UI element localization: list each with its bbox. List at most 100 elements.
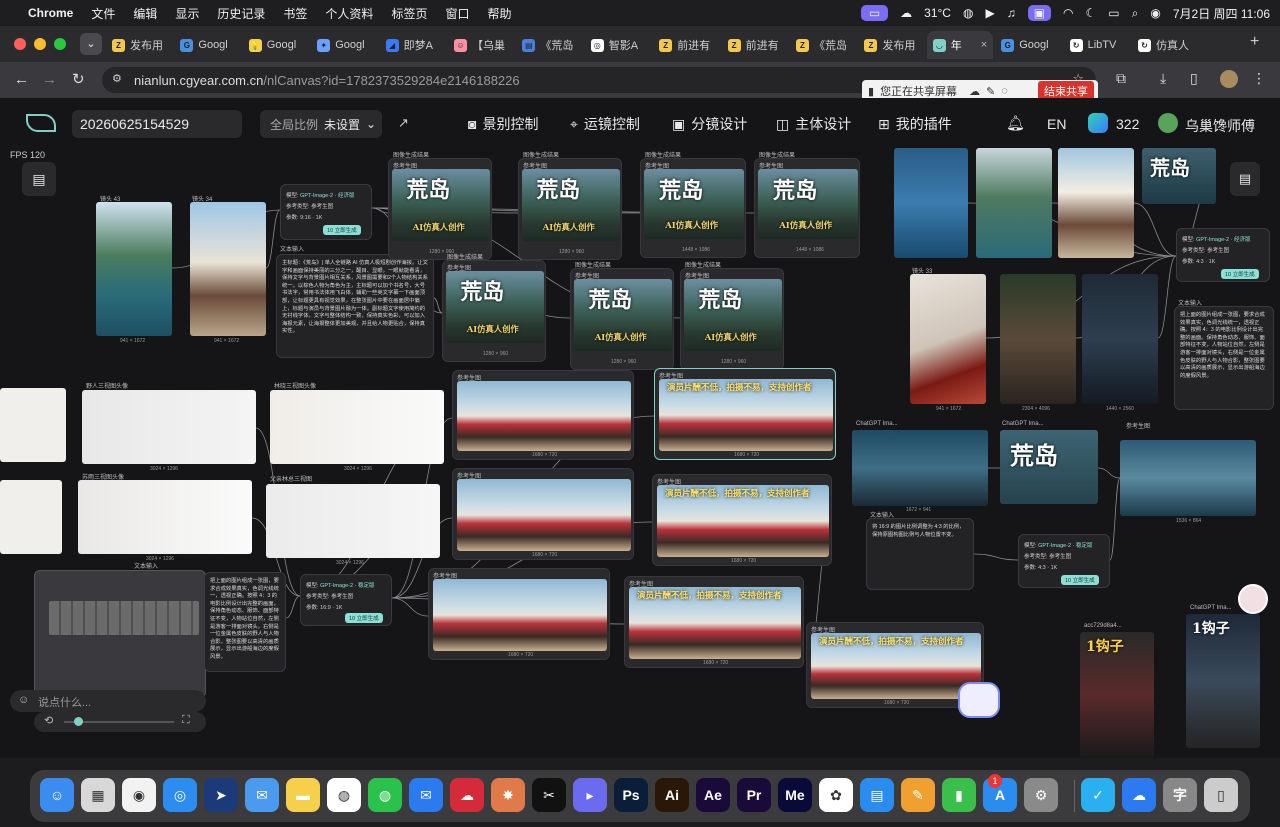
type-value[interactable]: 参考生图 — [1207, 248, 1229, 254]
minimap[interactable] — [34, 570, 206, 698]
group-photo-node[interactable]: 参考生图 1680 × 720 — [452, 370, 634, 460]
poster-image[interactable]: 荒岛 AI仿真人创作 — [446, 271, 544, 343]
dock-app-ps[interactable]: Ps — [614, 778, 648, 812]
dock-app-filmora[interactable]: ✿ — [819, 778, 853, 812]
project-id-field[interactable]: 20260625154529 — [72, 110, 242, 138]
generation-config-node-2[interactable]: 模型: GPT-Image-2 · 稳定版 参考类型: 参考生图 参数: 16:… — [300, 574, 392, 626]
browser-tab[interactable]: Z 前进有 — [653, 31, 719, 59]
param-value[interactable]: 4:3 · 1K — [1196, 259, 1215, 265]
eye-off-icon[interactable]: ◌ — [1001, 85, 1008, 97]
menu-bookmarks[interactable]: 书签 — [283, 5, 307, 22]
menu-profile[interactable]: 个人资料 — [325, 5, 373, 22]
cloud-icon[interactable]: ☁ — [969, 85, 980, 98]
dock-app-capcut[interactable]: ✂ — [532, 778, 566, 812]
text-input-node-2[interactable]: 把上面的图片组成一张图，要求合成效果真实，色调光线统一，透视正确。按照 4：3 … — [204, 572, 286, 672]
menu-tab[interactable]: 标签页 — [391, 5, 427, 22]
right-poster-mid[interactable]: 荒岛 — [1000, 430, 1098, 504]
menubar-clock[interactable]: 7月2日 周四 11:06 — [1173, 5, 1270, 22]
dock-app-todo[interactable]: ✓ — [1081, 778, 1115, 812]
share-export-icon[interactable]: ↗ — [398, 115, 409, 131]
new-tab-button[interactable]: + — [1250, 33, 1259, 51]
wifi-icon[interactable]: ◠ — [1063, 6, 1073, 20]
url-text[interactable]: nianlun.cgyear.com.cn/nlCanvas?id=178237… — [134, 73, 520, 88]
poster-node[interactable]: 图像生成结果 参考生图 荒岛 AI仿真人创作 1280 × 960 — [388, 153, 492, 260]
model-value[interactable]: GPT-Image-2 · 经济版 — [300, 193, 354, 199]
text-input-content-4[interactable]: 将 16:9 的图片比例调整为 4:3 的比例，保持原图构图比例与人物位置不变。 — [872, 524, 964, 538]
text-input-content-3[interactable]: 把上面的图片组成一张图，要求合成效果真实，色调光线统一，透视正确。按照 4：3 … — [1180, 312, 1265, 379]
poster-node[interactable]: 图像生成结果 参考生图 荒岛 AI仿真人创作 1280 × 960 — [680, 263, 784, 370]
nav-subject[interactable]: ◫ 主体设计 — [776, 112, 851, 136]
char-sheet-wildman[interactable] — [82, 390, 256, 464]
right-image-yacht[interactable] — [894, 148, 968, 258]
browser-tab[interactable]: ▤ 《荒岛 — [516, 31, 582, 59]
dock-app-ae[interactable]: Ae — [696, 778, 730, 812]
char-sheet-linxiao[interactable] — [270, 390, 444, 464]
menu-history[interactable]: 历史记录 — [217, 5, 265, 22]
browser-tab[interactable]: Z 《荒岛 — [790, 31, 856, 59]
sidepanel-icon[interactable]: ▯ — [1190, 70, 1198, 87]
search-icon[interactable]: ⌕ — [1132, 6, 1139, 21]
zoom-slider[interactable]: ⟲ ⛶ — [34, 712, 206, 732]
dock-app-字[interactable]: 字 — [1163, 778, 1197, 812]
group-photo-image[interactable]: 演员片酬不低，拍摄不易，支持创作者 — [629, 587, 801, 659]
hook-poster-left[interactable]: 1钩子 — [1080, 632, 1154, 758]
poster-node[interactable]: 图像生成结果 参考生图 荒岛 AI仿真人创作 1448 × 1086 — [640, 153, 746, 258]
browser-tab[interactable]: ↻ LibTV — [1064, 31, 1130, 59]
right-image-boss[interactable] — [1082, 274, 1158, 404]
fit-view-icon[interactable]: ⟲ — [44, 714, 53, 727]
param-value[interactable]: 16:9 · 1K — [320, 605, 342, 611]
browser-tab[interactable]: ☺ 【乌巢 — [448, 31, 514, 59]
expand-icon[interactable]: ⛶ — [182, 714, 190, 727]
generate-button[interactable]: 10 立即生成 — [1221, 269, 1259, 279]
dock-app-safari[interactable]: ◎ — [163, 778, 197, 812]
right-image-island[interactable] — [976, 148, 1052, 258]
right-image-group[interactable] — [1058, 148, 1134, 258]
dock-app-chrome[interactable]: ◉ — [122, 778, 156, 812]
char-partial-left-1[interactable] — [0, 388, 66, 462]
char-partial-left-2[interactable] — [0, 480, 62, 554]
group-photo-image[interactable]: 演员片酬不低，拍摄不易，支持创作者 — [811, 633, 981, 699]
browser-tab[interactable]: Z 发布用 — [106, 31, 172, 59]
browser-tab[interactable]: G Googl — [995, 31, 1061, 59]
browser-tab[interactable]: ◢ 即梦A — [380, 31, 446, 59]
generation-config-node[interactable]: 模型: GPT-Image-2 · 经济版 参考类型: 参考生图 参数: 9:1… — [280, 184, 372, 240]
dock-app-pages[interactable]: ✎ — [901, 778, 935, 812]
minimize-window-button[interactable] — [34, 38, 46, 50]
moon-icon[interactable]: ☾ — [1086, 6, 1097, 20]
right-image-wildman[interactable] — [1000, 274, 1076, 404]
group-photo-image[interactable]: 演员片酬不低，拍摄不易，支持创作者 — [657, 485, 829, 557]
group-photo-node[interactable]: 参考生图 演员片酬不低，拍摄不易，支持创作者 1680 × 720 — [624, 576, 804, 668]
download-icon[interactable]: ⤓ — [1160, 70, 1166, 87]
app-logo[interactable] — [26, 114, 56, 132]
type-value[interactable]: 参考生图 — [1049, 554, 1071, 560]
dock-app-arrow[interactable]: ➤ — [204, 778, 238, 812]
poster-node[interactable]: 图像生成结果 参考生图 荒岛 AI仿真人创作 1448 × 1086 — [754, 153, 860, 258]
smile-icon[interactable]: ☺ — [18, 694, 29, 706]
generate-button[interactable]: 10 立即生成 — [1061, 575, 1099, 585]
right-notes-button[interactable]: ▤ — [1230, 162, 1260, 196]
text-input-content-2[interactable]: 把上面的图片组成一张图，要求合成效果真实，色调光线统一，透视正确。按照 4：3 … — [210, 578, 279, 660]
music-icon[interactable]: ♫ — [1007, 6, 1016, 20]
menu-edit[interactable]: 编辑 — [133, 5, 157, 22]
assistant-avatar[interactable] — [1238, 584, 1268, 614]
extensions-icon[interactable]: ⧉ — [1116, 70, 1126, 87]
browser-tab[interactable]: Z 发布用 — [858, 31, 924, 59]
close-window-button[interactable] — [14, 38, 26, 50]
site-info-icon[interactable]: ⚙ — [112, 72, 122, 85]
param-value[interactable]: 4:3 · 1K — [1038, 565, 1057, 571]
menu-app-name[interactable]: Chrome — [28, 6, 73, 20]
group-photo-image[interactable] — [457, 381, 631, 451]
poster-image[interactable]: 荒岛 AI仿真人创作 — [522, 169, 620, 241]
poster-image[interactable]: 荒岛 AI仿真人创作 — [574, 279, 672, 351]
shot-image-43[interactable] — [96, 202, 172, 336]
group-photo-image[interactable] — [433, 579, 607, 651]
char-sheet-father[interactable] — [266, 484, 440, 558]
dock-app-ai[interactable]: Ai — [655, 778, 689, 812]
tab-search-button[interactable]: ⌄ — [80, 33, 102, 55]
dock-app-numbers[interactable]: ▮ — [942, 778, 976, 812]
right-image-blood[interactable] — [910, 274, 986, 404]
dock-app-pr[interactable]: Pr — [737, 778, 771, 812]
text-input-node-4[interactable]: 将 16:9 的图片比例调整为 4:3 的比例，保持原图构图比例与人物位置不变。 — [866, 518, 974, 590]
browser-menu-icon[interactable]: ⋮ — [1252, 70, 1266, 87]
nav-plugins[interactable]: ⊞ 我的插件 — [878, 112, 952, 136]
